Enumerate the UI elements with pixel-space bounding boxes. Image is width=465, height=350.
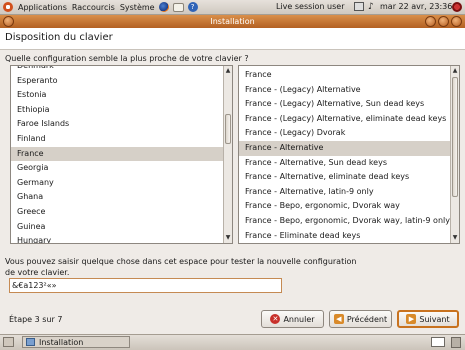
step-indicator: Étape 3 sur 7	[9, 315, 63, 324]
cancel-label: Annuler	[283, 314, 315, 324]
page-title: Disposition du clavier	[5, 32, 113, 43]
list-item[interactable]: France - (Legacy) Alternative, eliminate…	[239, 112, 459, 127]
workspace-switcher[interactable]	[431, 337, 445, 347]
list-item[interactable]: Georgia	[11, 161, 232, 176]
live-session-user[interactable]: Live session user	[276, 2, 344, 11]
list-item[interactable]: France - Alternative, latin-9 only	[239, 185, 459, 200]
window-titlebar[interactable]: Installation	[0, 15, 465, 28]
list-item[interactable]: France - Alternative, eliminate dead key…	[239, 170, 459, 185]
list-item[interactable]: France - (Legacy) Alternative, Sun dead …	[239, 97, 459, 112]
list-item-selected[interactable]: France - Alternative	[239, 140, 459, 156]
list-item[interactable]: Germany	[11, 176, 232, 191]
menu-raccourcis[interactable]: Raccourcis	[72, 3, 115, 12]
list-item[interactable]: Guinea	[11, 220, 232, 235]
list-item[interactable]: France - (Legacy) Dvorak	[239, 126, 459, 141]
help-icon[interactable]: ?	[187, 2, 198, 12]
list-item[interactable]: Finland	[11, 132, 232, 147]
variant-list[interactable]: France France - (Legacy) Alternative Fra…	[238, 65, 460, 244]
list-item[interactable]: Denmark	[11, 66, 232, 74]
scroll-thumb[interactable]	[225, 114, 231, 144]
keyboard-test-input[interactable]: &€a123²«»	[9, 278, 282, 293]
list-item[interactable]: Ghana	[11, 190, 232, 205]
taskbar-item-installation[interactable]: Installation	[22, 336, 130, 348]
show-desktop-icon[interactable]	[3, 337, 14, 347]
forward-button[interactable]: ▶ Suivant	[397, 310, 459, 328]
network-icon[interactable]	[354, 2, 364, 11]
country-list[interactable]: Denmark Esperanto Estonia Ethiopia Faroe…	[10, 65, 233, 244]
list-item[interactable]: Estonia	[11, 88, 232, 103]
question-label: Quelle configuration semble la plus proc…	[5, 54, 249, 63]
minimize-icon[interactable]	[425, 16, 436, 27]
scroll-down-icon[interactable]: ▼	[224, 233, 232, 243]
list-item[interactable]: Esperanto	[11, 74, 232, 89]
clock[interactable]: mar 22 avr, 23:36	[380, 2, 452, 11]
window-title: Installation	[210, 17, 255, 26]
scroll-thumb[interactable]	[452, 77, 458, 197]
trash-icon[interactable]	[451, 337, 461, 348]
list-item[interactable]: France - Alternative, Sun dead keys	[239, 156, 459, 171]
volume-icon[interactable]: ♪	[368, 2, 378, 12]
cancel-icon: ✕	[270, 314, 281, 324]
firefox-icon[interactable]	[158, 2, 169, 12]
menu-systeme[interactable]: Système	[120, 3, 155, 12]
ubuntu-logo-icon[interactable]	[3, 2, 13, 12]
country-scrollbar[interactable]: ▲ ▼	[223, 66, 232, 243]
page-header: Disposition du clavier	[0, 28, 465, 50]
close-icon[interactable]	[451, 16, 462, 27]
top-panel: Applications Raccourcis Système ? Live s…	[0, 0, 465, 15]
list-item[interactable]: France - Eliminate dead keys	[239, 229, 459, 243]
scroll-up-icon[interactable]: ▲	[224, 66, 232, 76]
list-item-selected[interactable]: France	[11, 146, 232, 162]
window-menu-icon[interactable]	[3, 16, 14, 27]
list-item[interactable]: Ethiopia	[11, 103, 232, 118]
list-item[interactable]: France - Bepo, ergonomic, Dvorak way	[239, 199, 459, 214]
list-item[interactable]: Hungary	[11, 234, 232, 243]
forward-label: Suivant	[419, 314, 450, 324]
mail-icon[interactable]	[172, 2, 184, 12]
installer-icon	[26, 338, 35, 346]
arrow-left-icon: ◀	[333, 314, 344, 324]
list-item[interactable]: France - Bepo, ergonomic, Dvorak way, la…	[239, 214, 459, 229]
arrow-right-icon: ▶	[406, 314, 417, 324]
back-button[interactable]: ◀ Précédent	[329, 310, 392, 328]
scroll-up-icon[interactable]: ▲	[451, 66, 459, 76]
scroll-down-icon[interactable]: ▼	[451, 233, 459, 243]
cancel-button[interactable]: ✕ Annuler	[261, 310, 324, 328]
maximize-icon[interactable]	[438, 16, 449, 27]
list-item[interactable]: Faroe Islands	[11, 117, 232, 132]
power-icon[interactable]	[452, 2, 462, 12]
list-item[interactable]: France	[239, 68, 459, 83]
taskbar-item-label: Installation	[39, 338, 84, 347]
test-hint: Vous pouvez saisir quelque chose dans ce…	[5, 257, 357, 277]
bottom-panel: Installation	[0, 334, 465, 350]
list-item[interactable]: France - (Legacy) Alternative	[239, 83, 459, 98]
list-item[interactable]: Greece	[11, 205, 232, 220]
variant-scrollbar[interactable]: ▲ ▼	[450, 66, 459, 243]
menu-applications[interactable]: Applications	[18, 3, 67, 12]
back-label: Précédent	[346, 314, 388, 324]
